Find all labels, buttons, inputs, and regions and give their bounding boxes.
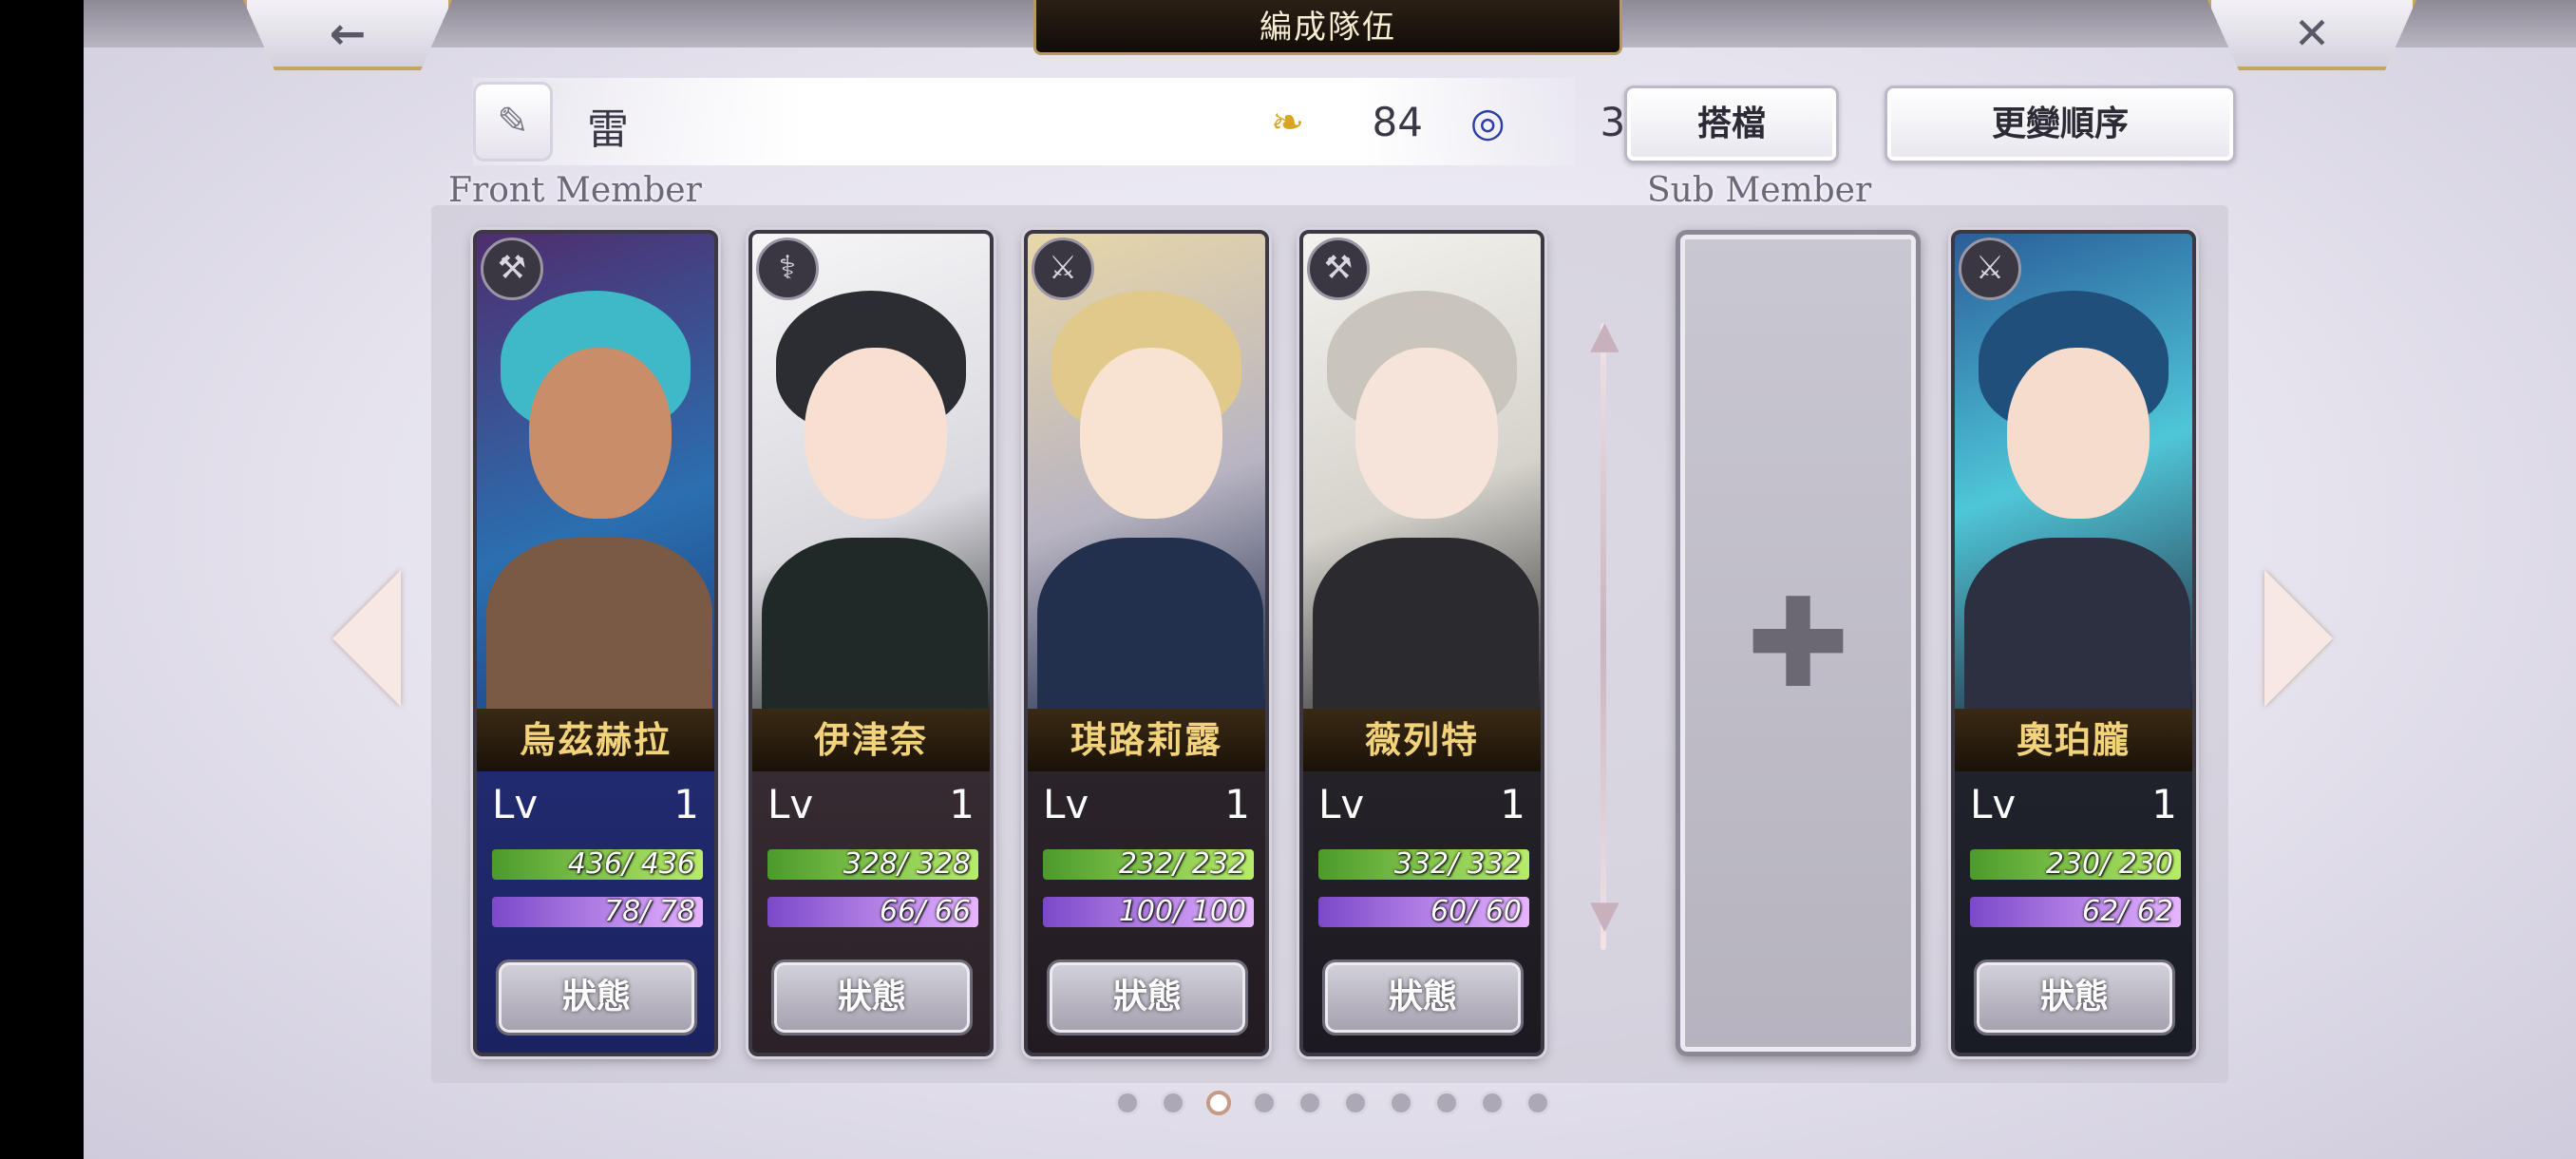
hp-bar: 332/ 332 (1318, 849, 1529, 880)
character-stats: Lv 1 436/ 436 78/ 78 狀態 (477, 771, 714, 1053)
axe-icon: ⚒ (481, 238, 543, 300)
member-card[interactable]: ⚒ 烏茲赫拉 Lv 1 436/ 436 78/ 78 狀態 (473, 230, 718, 1056)
mp-bar: 100/ 100 (1043, 897, 1254, 927)
close-button[interactable]: ✕ (2207, 0, 2416, 70)
page-dot[interactable] (1525, 1091, 1550, 1115)
level-label: Lv (1970, 781, 2017, 827)
page-dot[interactable] (1206, 1091, 1231, 1115)
character-portrait (1303, 234, 1541, 728)
hp-bar: 436/ 436 (492, 849, 703, 880)
character-name: 薇列特 (1303, 709, 1541, 771)
feather-icon[interactable]: ✎ (473, 82, 553, 162)
status-button[interactable]: 狀態 (496, 960, 697, 1036)
character-stats: Lv 1 328/ 328 66/ 66 狀態 (752, 771, 990, 1053)
status-button[interactable]: 狀態 (1974, 960, 2175, 1036)
character-portrait (1955, 234, 2192, 728)
team-attribute: 雷 (587, 105, 629, 154)
page-dot[interactable] (1343, 1091, 1368, 1115)
page-dot[interactable] (1389, 1091, 1413, 1115)
level-value: 1 (673, 781, 699, 827)
close-icon: ✕ (2293, 8, 2331, 59)
formation-screen: ← 編成隊伍 ✕ ✎ 雷 ❧ 84 ◎ 36 搭檔 更變順序 Front Mem… (84, 0, 2576, 1159)
empty-sub-slot[interactable]: ✚ (1676, 230, 1921, 1056)
page-dot[interactable] (1252, 1091, 1277, 1115)
character-portrait (477, 234, 714, 728)
status-button[interactable]: 狀態 (771, 960, 973, 1036)
character-portrait (1028, 234, 1265, 728)
hp-bar: 232/ 232 (1043, 849, 1254, 880)
page-title: 編成隊伍 (1033, 0, 1622, 55)
sub-member-label: Sub Member (1647, 171, 1872, 210)
character-name: 伊津奈 (752, 709, 990, 771)
member-card[interactable]: ⚕ 伊津奈 Lv 1 328/ 328 66/ 66 狀態 (748, 230, 994, 1056)
level-label: Lv (1318, 781, 1365, 827)
page-dot[interactable] (1161, 1091, 1185, 1115)
character-stats: Lv 1 332/ 332 60/ 60 狀態 (1303, 771, 1541, 1053)
wing-icon: ❧ (1271, 99, 1305, 145)
member-card[interactable]: ⚔ 琪路莉露 Lv 1 232/ 232 100/ 100 狀態 (1024, 230, 1269, 1056)
staff-icon: ⚕ (756, 238, 819, 300)
hp-bar: 328/ 328 (767, 849, 978, 880)
character-portrait (752, 234, 990, 728)
back-arrow-icon: ← (329, 8, 367, 59)
divider-arrow-up-icon: ▲ (1590, 314, 1619, 357)
mp-bar: 78/ 78 (492, 897, 703, 927)
level-value: 1 (949, 781, 975, 827)
sword-icon: ⚔ (1032, 238, 1094, 300)
prev-page-arrow[interactable] (332, 570, 401, 707)
page-dot[interactable] (1115, 1091, 1140, 1115)
mp-bar: 62/ 62 (1970, 897, 2181, 927)
mp-bar: 66/ 66 (767, 897, 978, 927)
level-value: 1 (1224, 781, 1250, 827)
character-name: 奧珀朧 (1955, 709, 2192, 771)
page-dot[interactable] (1434, 1091, 1459, 1115)
change-order-button[interactable]: 更變順序 (1885, 86, 2236, 163)
plus-icon: ✚ (1746, 571, 1850, 715)
level-label: Lv (767, 781, 814, 827)
character-name: 琪路莉露 (1028, 709, 1265, 771)
front-member-label: Front Member (448, 171, 702, 210)
mp-bar: 60/ 60 (1318, 897, 1529, 927)
blade-icon: ⚔ (1959, 238, 2021, 300)
status-button[interactable]: 狀態 (1047, 960, 1248, 1036)
character-name: 烏茲赫拉 (477, 709, 714, 771)
resource-1-value: 84 (1372, 99, 1423, 145)
next-page-arrow[interactable] (2264, 570, 2333, 707)
member-card[interactable]: ⚒ 薇列特 Lv 1 332/ 332 60/ 60 狀態 (1299, 230, 1544, 1056)
back-button[interactable]: ← (243, 0, 452, 70)
member-card[interactable]: ⚔ 奧珀朧 Lv 1 230/ 230 62/ 62 狀態 (1951, 230, 2196, 1056)
level-label: Lv (1043, 781, 1089, 827)
page-dot[interactable] (1480, 1091, 1505, 1115)
member-divider (1601, 323, 1606, 950)
swirl-icon: ◎ (1470, 99, 1506, 145)
divider-arrow-down-icon: ▼ (1590, 893, 1619, 937)
hp-bar: 230/ 230 (1970, 849, 2181, 880)
character-stats: Lv 1 232/ 232 100/ 100 狀態 (1028, 771, 1265, 1053)
character-stats: Lv 1 230/ 230 62/ 62 狀態 (1955, 771, 2192, 1053)
level-label: Lv (492, 781, 539, 827)
level-value: 1 (2151, 781, 2177, 827)
page-indicator (1115, 1091, 1550, 1115)
page-dot[interactable] (1297, 1091, 1322, 1115)
level-value: 1 (1500, 781, 1525, 827)
status-button[interactable]: 狀態 (1322, 960, 1524, 1036)
partner-button[interactable]: 搭檔 (1624, 86, 1839, 163)
hammer-icon: ⚒ (1307, 238, 1370, 300)
team-info-bar: ✎ 雷 ❧ 84 ◎ 36 (473, 78, 1651, 165)
